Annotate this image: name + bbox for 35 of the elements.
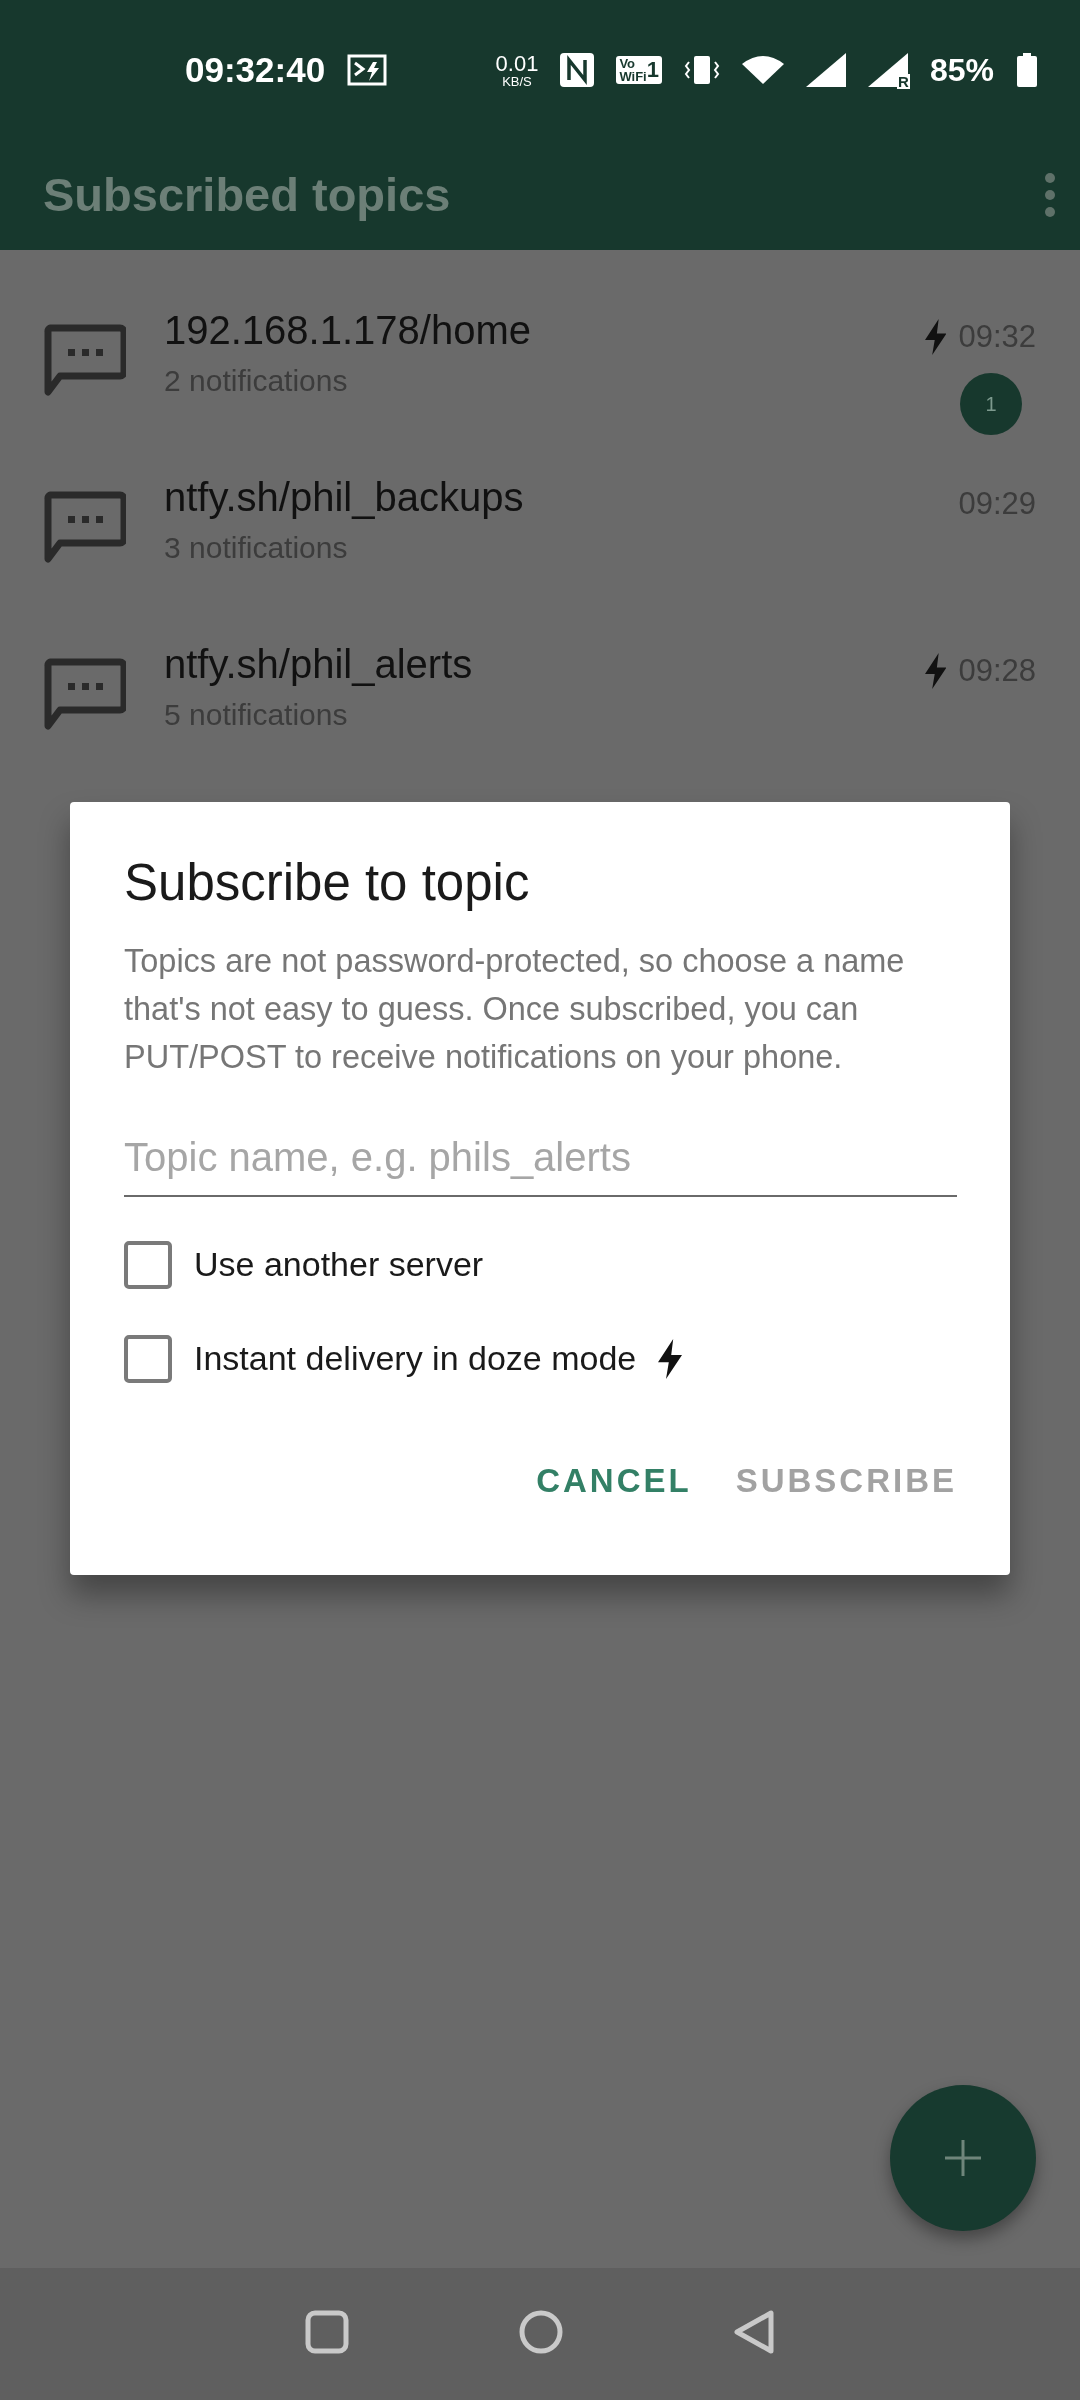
checkbox[interactable] [124,1334,172,1383]
speed-unit: KB/S [502,74,532,88]
app-title: Subscribed topics [43,166,451,223]
network-speed: 0.01 [495,52,539,75]
checkbox-label: Instant delivery in doze mode [194,1338,637,1380]
vibrate-icon [683,54,720,86]
chat-bubble-icon [44,324,126,398]
wifi-icon [741,54,784,86]
chat-bubble-icon [44,491,126,565]
battery-level: 85% [929,51,994,90]
dialog-message: Topics are not password-protected, so choose a name that's not easy to guess. Once subscribed, you can PUT/POST to receive notifications on your phone. [124,942,906,1078]
sim-number: 1 [646,59,659,81]
checkbox-option[interactable]: Use another server [124,1239,957,1291]
dialog-title: Subscribe to topic [124,853,531,913]
home-icon[interactable] [519,2310,563,2354]
topic-name: 192.168.1.178/home [164,307,532,354]
nfc-icon [560,53,595,87]
plus-icon [943,2138,983,2178]
checkbox-label: Use another server [194,1244,484,1286]
terminal-bolt-icon [347,54,388,86]
wifi-calling-label: Vo [619,57,637,70]
clock: 09:32:40 [185,48,326,91]
signal-icon [805,53,846,87]
checkbox[interactable] [124,1240,172,1289]
dialog-button[interactable]: CANCEL [536,1456,692,1506]
battery-icon [1016,53,1038,87]
wifi-calling-label: WiFi [619,70,647,83]
roaming-indicator: R [897,74,910,89]
back-icon[interactable] [733,2309,775,2355]
topic-input-field[interactable]: Topic name, e.g. phils_alerts [124,1119,957,1198]
chat-bubble-icon [44,658,126,732]
topic-name: ntfy.sh/phil_alerts [164,641,474,688]
unread-count: 1 [960,372,1022,435]
recents-icon[interactable] [305,2310,349,2354]
topic-name: ntfy.sh/phil_backups [164,474,525,521]
